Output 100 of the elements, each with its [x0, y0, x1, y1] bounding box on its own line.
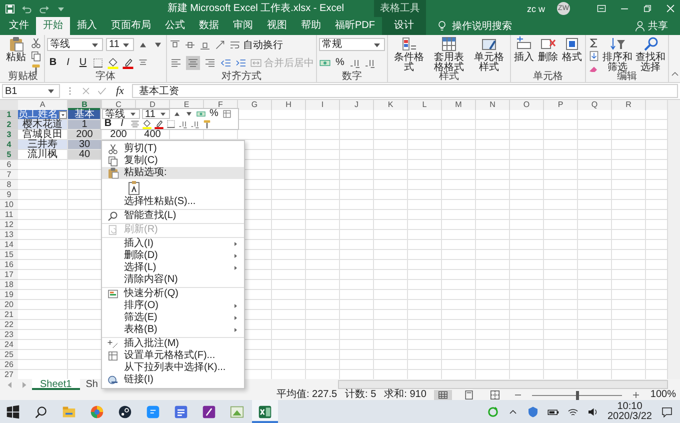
- sheet-tab[interactable]: Sheet1: [32, 379, 80, 390]
- italic-button[interactable]: I: [116, 119, 128, 129]
- speaker-icon[interactable]: [586, 406, 598, 418]
- ribbon-button[interactable]: 格式: [561, 36, 583, 63]
- row-header[interactable]: 23: [0, 330, 18, 340]
- ribbon-button[interactable]: 插入: [513, 36, 535, 63]
- row-header[interactable]: 12: [0, 220, 18, 230]
- check-icon[interactable]: [96, 85, 108, 97]
- menu-item[interactable]: 插入(I): [102, 237, 244, 250]
- tell-me-search[interactable]: 操作说明搜索: [426, 17, 512, 35]
- row-header[interactable]: 21: [0, 310, 18, 320]
- percent-button[interactable]: %: [208, 109, 220, 119]
- scissors-icon[interactable]: [30, 37, 42, 49]
- ribbon-button[interactable]: 查找和选择: [635, 36, 666, 73]
- filter-dropdown-button[interactable]: [59, 110, 67, 118]
- notification-icon[interactable]: [661, 406, 673, 418]
- ribbon-tab[interactable]: 数据: [192, 17, 226, 35]
- row-header[interactable]: 3: [0, 130, 18, 140]
- italic-button[interactable]: I: [62, 56, 74, 69]
- wrap-text-button[interactable]: 自动换行: [229, 38, 283, 52]
- row-header[interactable]: 5: [0, 150, 18, 160]
- row-header[interactable]: 10: [0, 200, 18, 210]
- menu-item[interactable]: 智能查找(L): [102, 209, 244, 222]
- grid-view-icon[interactable]: [437, 389, 450, 401]
- paint-bucket-icon[interactable]: [107, 56, 119, 68]
- sum-icon[interactable]: [588, 37, 600, 49]
- menu-item[interactable]: 链接(I): [102, 374, 244, 386]
- row-header[interactable]: 14: [0, 240, 18, 250]
- percent-button[interactable]: %: [334, 56, 346, 69]
- close-icon[interactable]: [665, 3, 676, 14]
- align-center-icon[interactable]: [130, 119, 140, 129]
- row-header[interactable]: 25: [0, 350, 18, 360]
- ribbon-tab[interactable]: 文件: [2, 17, 36, 35]
- row-header[interactable]: 2: [0, 120, 18, 130]
- name-box[interactable]: B1: [2, 84, 60, 98]
- number-format-dropdown[interactable]: 常规: [319, 38, 385, 51]
- menu-item[interactable]: 剪切(T): [102, 143, 244, 155]
- save-icon[interactable]: [4, 2, 16, 14]
- menu-item[interactable]: 排序(O): [102, 300, 244, 312]
- page-icon[interactable]: [463, 389, 476, 401]
- ribbon-tab[interactable]: 福昕PDF: [328, 17, 382, 35]
- pen-color-icon[interactable]: [154, 119, 164, 129]
- ribbon-tab[interactable]: 帮助: [294, 17, 328, 35]
- ribbon-button[interactable]: 条件格式: [390, 36, 428, 73]
- bold-button[interactable]: B: [47, 56, 59, 69]
- menu-item[interactable]: 选择(L): [102, 262, 244, 274]
- horizontal-scrollbar[interactable]: [338, 380, 668, 389]
- down-arrow-icon[interactable]: [588, 50, 600, 62]
- paintbrush-icon[interactable]: [202, 119, 212, 129]
- ribbon-button[interactable]: 套用表格格式: [430, 36, 468, 73]
- copy-icon[interactable]: [30, 50, 42, 62]
- menu-item[interactable]: 复制(C): [102, 155, 244, 167]
- menu-item[interactable]: 删除(D): [102, 250, 244, 262]
- ribbon-display-icon[interactable]: [596, 3, 607, 14]
- row-header[interactable]: 26: [0, 360, 18, 370]
- formula-input[interactable]: 基本工资: [132, 84, 678, 98]
- vertical-scrollbar[interactable]: [667, 100, 680, 379]
- row-header[interactable]: 6: [0, 160, 18, 170]
- row-header[interactable]: 27: [0, 370, 18, 379]
- row-header[interactable]: 24: [0, 340, 18, 350]
- ribbon-button[interactable]: 删除: [537, 36, 559, 63]
- row-header[interactable]: 9: [0, 190, 18, 200]
- menu-item[interactable]: 选择性粘贴(S)...: [102, 196, 244, 208]
- page-grid-icon[interactable]: [489, 389, 502, 401]
- menu-item[interactable]: 粘贴选项:: [102, 167, 244, 179]
- row-header[interactable]: 17: [0, 270, 18, 280]
- insert-function-button[interactable]: fx: [112, 85, 128, 97]
- zoom-slider-thumb[interactable]: [576, 390, 580, 400]
- spreadsheet-app-icon[interactable]: [252, 400, 278, 423]
- font-size-dropdown[interactable]: 11: [106, 38, 134, 51]
- row-header[interactable]: 8: [0, 180, 18, 190]
- row-header[interactable]: 16: [0, 260, 18, 270]
- row-header[interactable]: 20: [0, 300, 18, 310]
- row-header[interactable]: 4: [0, 140, 18, 150]
- outdent-icon[interactable]: [220, 56, 232, 68]
- align-top-icon[interactable]: [169, 38, 181, 50]
- row-header[interactable]: 15: [0, 250, 18, 260]
- ribbon-tab[interactable]: 页面布局: [104, 17, 158, 35]
- underline-button[interactable]: U: [77, 56, 89, 69]
- grid-icon[interactable]: [222, 109, 232, 119]
- ribbon-tab[interactable]: 设计: [382, 17, 426, 35]
- ribbon-tab[interactable]: 审阅: [226, 17, 260, 35]
- ribbon-tab[interactable]: 插入: [70, 17, 104, 35]
- align-right-icon[interactable]: [204, 56, 216, 68]
- column-header[interactable]: B: [68, 100, 102, 110]
- ribbon-tab[interactable]: 开始: [36, 17, 70, 35]
- row-header[interactable]: 18: [0, 280, 18, 290]
- indent-icon[interactable]: [235, 56, 247, 68]
- align-left-icon[interactable]: [170, 56, 182, 68]
- menu-item[interactable]: 设置单元格格式(F)...: [102, 350, 244, 362]
- decimal-places-icon[interactable]: [178, 119, 188, 129]
- row-header[interactable]: 7: [0, 170, 18, 180]
- share-button[interactable]: 共享: [634, 17, 680, 35]
- align-center-icon[interactable]: [187, 56, 199, 68]
- row-header[interactable]: 22: [0, 320, 18, 330]
- border-icon[interactable]: [92, 56, 104, 68]
- ribbon-button[interactable]: 单元格样式: [470, 36, 508, 73]
- row-header[interactable]: 1: [0, 110, 18, 120]
- bold-button[interactable]: B: [102, 119, 114, 129]
- pen-color-icon[interactable]: [122, 56, 134, 68]
